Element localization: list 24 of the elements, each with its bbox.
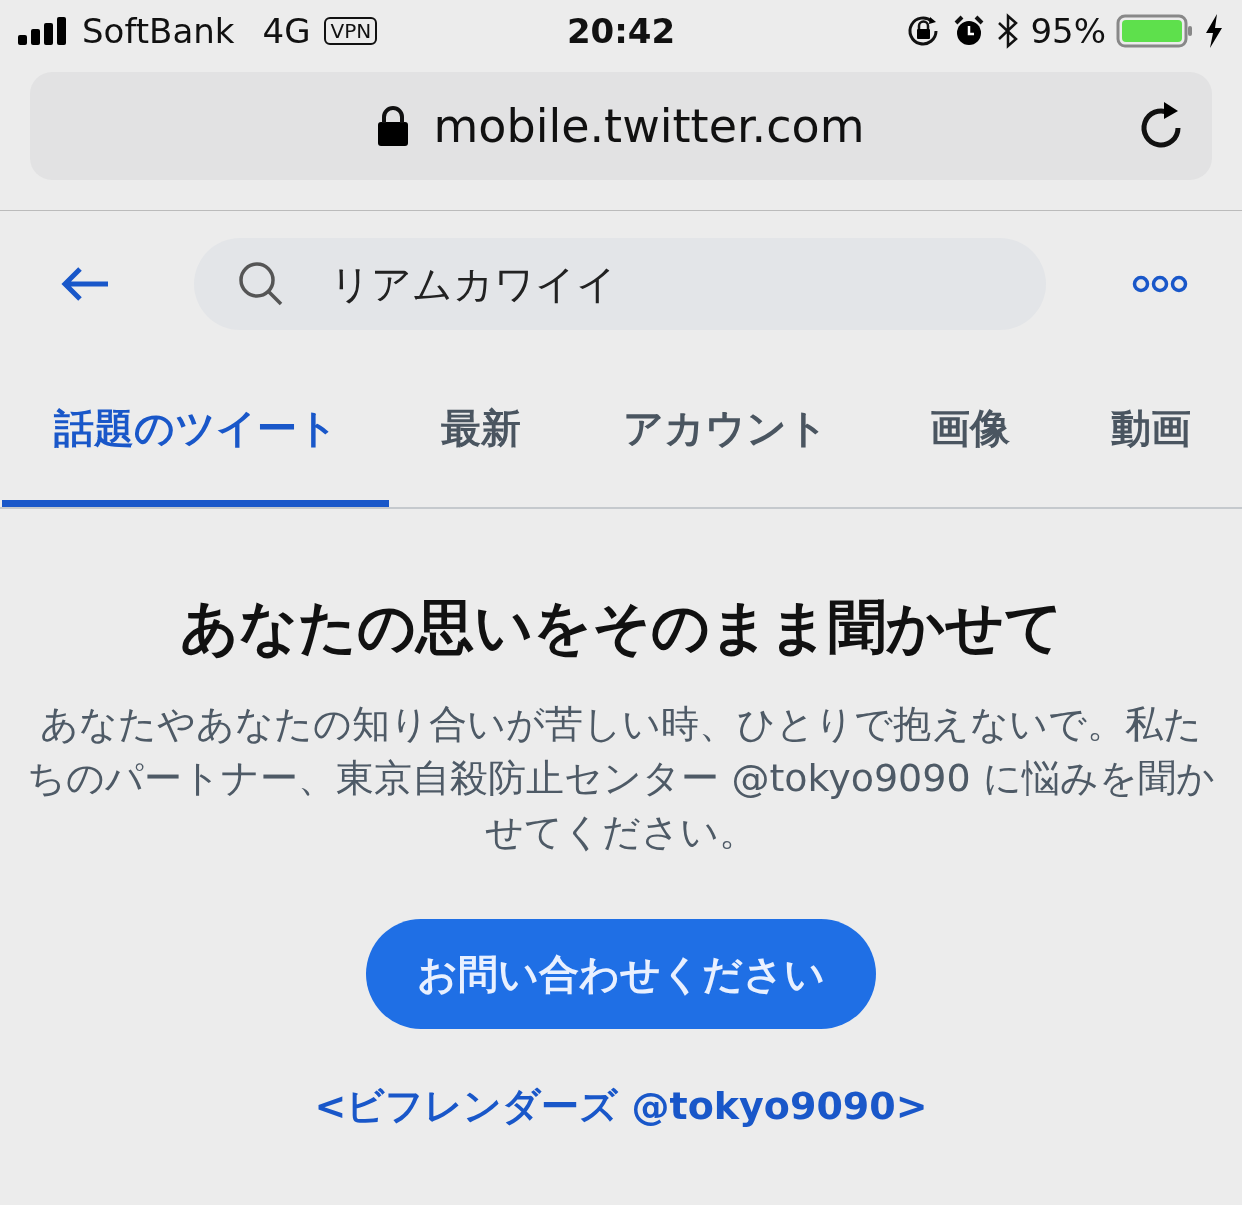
clock-time: 20:42 [566, 11, 676, 51]
tab[interactable]: 話題のツイート [2, 357, 390, 507]
contact-button[interactable]: お問い合わせください [366, 919, 876, 1029]
charging-icon [1204, 14, 1224, 48]
url-text: mobile.twitter.com [433, 99, 865, 153]
carrier-name: SoftBank [82, 11, 235, 51]
tab[interactable]: 動画 [1062, 357, 1240, 507]
address-bar[interactable]: mobile.twitter.com [30, 72, 1212, 180]
network-type: 4G [262, 11, 311, 51]
battery-icon [1116, 14, 1194, 48]
battery-percent: 95% [1030, 11, 1106, 51]
tab[interactable]: アカウント [573, 357, 879, 507]
lock-icon [377, 106, 410, 146]
vpn-badge: VPN [324, 17, 378, 45]
notice-title: あなたの思いをそのまま聞かせて [179, 592, 1063, 663]
notice-text: あなたやあなたの知り合いが苦しい時、ひとりで抱えないで。私たちのパートナー、東京自殺防止センター @tokyo9090 に悩みを聞かせてください。 [26, 701, 1216, 856]
more-options-icon[interactable] [1132, 275, 1188, 293]
signal-icon [18, 17, 68, 45]
back-arrow-icon[interactable] [60, 266, 110, 302]
tab[interactable]: 画像 [878, 357, 1063, 507]
search-field[interactable]: リアムカワイイ [194, 238, 1046, 330]
tab[interactable]: 最新 [389, 357, 574, 507]
search-icon [238, 261, 284, 307]
helpline-link[interactable]: <ビフレンダーズ @tokyo9090> [314, 1081, 928, 1132]
